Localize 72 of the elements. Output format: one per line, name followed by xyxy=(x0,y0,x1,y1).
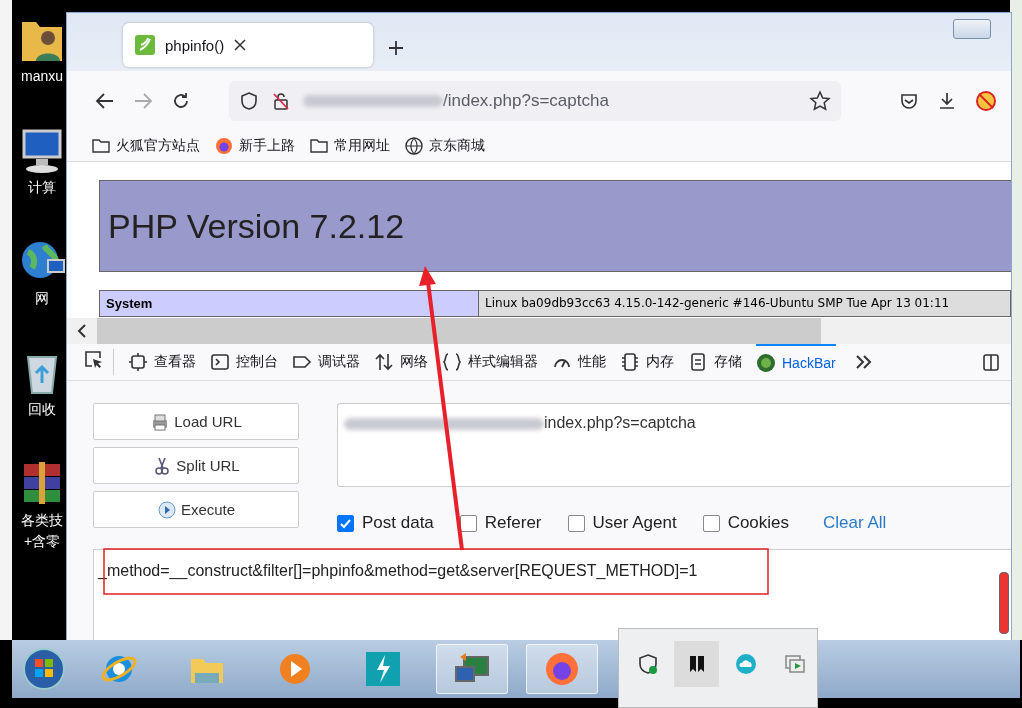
scroll-left-icon[interactable] xyxy=(77,324,87,338)
icon-label[interactable]: 回收 xyxy=(28,401,56,418)
reload-icon[interactable] xyxy=(171,91,191,111)
devtools-tab[interactable]: 控制台 xyxy=(210,344,278,380)
icon-label[interactable]: +含零 xyxy=(23,533,61,550)
chip-icon xyxy=(620,352,640,372)
pocket-icon[interactable] xyxy=(899,91,919,111)
folder-icon xyxy=(91,136,111,156)
checkbox-label[interactable]: Post data xyxy=(362,513,434,533)
devtools-tab[interactable]: 性能 xyxy=(552,344,606,380)
browser-tab[interactable]: phpinfo() xyxy=(123,23,373,67)
load-url-button[interactable]: Load URL xyxy=(93,403,299,440)
url-text: /index.php?s=captcha xyxy=(443,91,609,111)
checkmark-icon xyxy=(340,517,351,529)
storage-icon xyxy=(688,352,708,372)
icon-label[interactable]: manxu xyxy=(21,68,63,85)
bolt-icon xyxy=(363,649,403,689)
lock-icon[interactable] xyxy=(271,91,291,111)
shield-icon[interactable] xyxy=(239,91,259,111)
globe-icon xyxy=(404,136,424,156)
checkbox-label[interactable]: Cookies xyxy=(727,513,790,533)
devtools-tab[interactable]: 内存 xyxy=(620,344,674,380)
table-cell: System xyxy=(99,290,479,317)
icon-label[interactable]: 计算 xyxy=(28,179,56,196)
taskbar-app[interactable] xyxy=(436,644,508,694)
new-tab-icon[interactable] xyxy=(387,39,405,57)
icon-label[interactable]: 各类技 xyxy=(21,512,63,529)
devtools-tab[interactable]: 查看器 xyxy=(128,344,196,380)
devtools-tab[interactable]: 调试器 xyxy=(292,344,360,380)
bookmark[interactable]: 火狐官方站点 xyxy=(91,136,200,156)
table-cell: Linux ba09db93cc63 4.15.0-142-generic #146-Ubuntu SMP Tue Apr 13 01:11 xyxy=(479,290,1011,317)
bookmark[interactable]: 京东商城 xyxy=(404,136,485,156)
circle-logo-icon xyxy=(756,353,776,373)
back-icon[interactable] xyxy=(95,91,115,111)
page-title: PHP Version 7.2.12 xyxy=(108,206,405,246)
icon-label[interactable]: 网 xyxy=(35,290,49,307)
taskbar-app[interactable] xyxy=(526,644,598,694)
close-icon[interactable] xyxy=(234,39,247,51)
tray-item[interactable] xyxy=(674,641,719,687)
console-icon xyxy=(210,352,230,372)
checkbox[interactable] xyxy=(702,514,720,532)
bookmark[interactable]: 常用网址 xyxy=(309,136,390,156)
checkbox[interactable] xyxy=(567,514,585,532)
cloud-icon xyxy=(733,652,758,676)
screen-icon xyxy=(782,652,807,676)
address-bar[interactable]: /index.php?s=captcha xyxy=(229,81,841,121)
firefox-icon xyxy=(214,136,234,156)
devtools-tab[interactable]: 存储 xyxy=(688,344,742,380)
checkbox-label[interactable]: User Agent xyxy=(592,513,677,533)
folder-icon xyxy=(309,136,329,156)
page-icon xyxy=(135,35,155,55)
execute-button[interactable]: Execute xyxy=(93,491,299,528)
blocked-icon[interactable] xyxy=(975,90,997,112)
dock-icon[interactable] xyxy=(981,352,1001,372)
star-icon[interactable] xyxy=(809,90,831,112)
download-icon[interactable] xyxy=(937,91,957,111)
bookmark[interactable]: 新手上路 xyxy=(214,136,295,156)
url-field[interactable]: index.php?s=captcha xyxy=(337,403,1011,487)
checkbox-label[interactable]: Referer xyxy=(484,513,542,533)
horizontal-scrollbar[interactable] xyxy=(67,318,1011,344)
braces-icon xyxy=(442,352,462,372)
clear-all-link[interactable]: Clear All xyxy=(823,513,887,533)
split-url-button[interactable]: Split URL xyxy=(93,447,299,484)
devtools-tab[interactable]: 网络 xyxy=(374,344,428,380)
play-icon xyxy=(156,499,177,520)
devtools-tab[interactable]: 样式编辑器 xyxy=(442,344,538,380)
inspector-icon xyxy=(128,352,148,372)
scrollbar-thumb[interactable] xyxy=(999,572,1009,634)
arrows-icon xyxy=(374,352,394,372)
start-button[interactable] xyxy=(22,647,66,691)
minimize-button[interactable] xyxy=(953,19,991,39)
checkbox[interactable] xyxy=(337,514,354,532)
